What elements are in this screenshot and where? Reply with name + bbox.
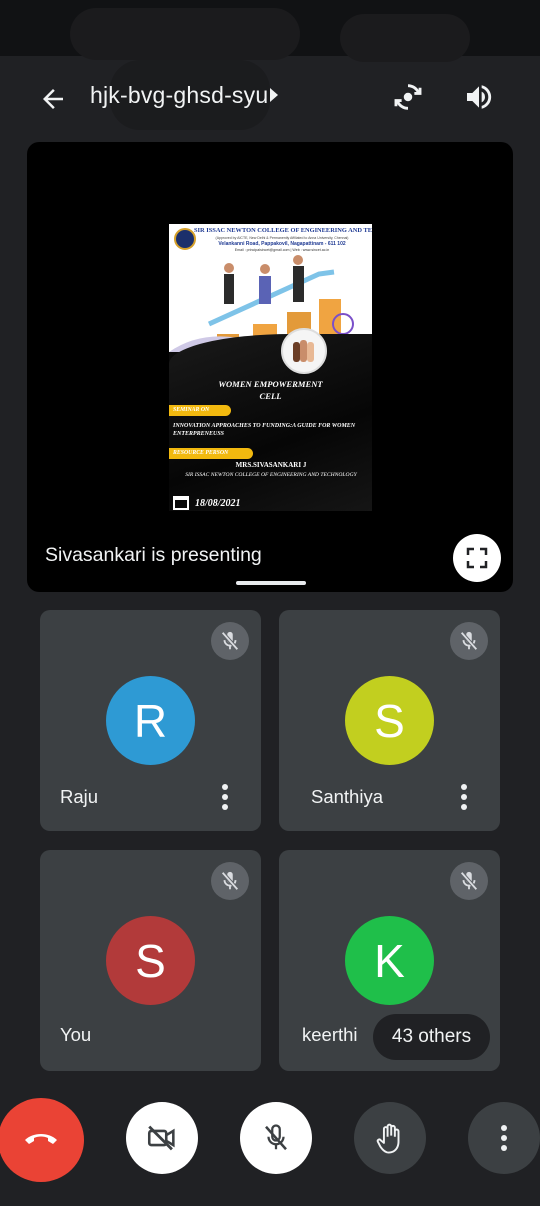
participant-name: Raju: [60, 786, 99, 807]
avatar: S: [345, 676, 434, 765]
volume-icon: [467, 85, 492, 109]
mic-off-icon: [460, 631, 478, 651]
arrow-left-icon: [43, 89, 63, 109]
mic-off-icon: [265, 1124, 287, 1151]
college-seal-logo: [174, 228, 196, 250]
poster-title-line2: CELL: [259, 391, 282, 401]
more-options-button[interactable]: [468, 1102, 540, 1174]
avatar: R: [106, 676, 195, 765]
avatar-initial: S: [135, 934, 166, 987]
mic-muted-indicator: [450, 622, 488, 660]
participant-more-button[interactable]: [450, 780, 478, 814]
poster-seminar-tag: SEMINAR ON: [169, 405, 231, 416]
participant-more-button[interactable]: [211, 780, 239, 814]
participant-tile[interactable]: S Santhiya: [279, 610, 500, 831]
more-vertical-icon: [501, 1125, 507, 1151]
poster-resource-tag: RESOURCE PERSON: [169, 448, 253, 459]
mic-off-icon: [221, 871, 239, 891]
camera-toggle-button[interactable]: [126, 1102, 198, 1174]
redacted-area: [340, 14, 470, 62]
audio-output-button[interactable]: [456, 74, 502, 120]
more-vertical-icon: [461, 784, 467, 810]
participant-tile[interactable]: K keerthi 43 others: [279, 850, 500, 1071]
participant-name: Santhiya: [311, 786, 383, 807]
poster-contact: Email : principalsincet@gmail.com | Web …: [234, 248, 330, 252]
mic-toggle-button[interactable]: [240, 1102, 312, 1174]
poster-approval: (Approved by AICTE, New Delhi & Permanen…: [215, 236, 349, 240]
poster-address: Velankanni Road, Pappakovil, Nagapattina…: [218, 241, 346, 247]
shared-screen-poster: SIR ISSAC NEWTON COLLEGE OF ENGINEERING …: [169, 224, 372, 511]
poster-college-name: SIR ISSAC NEWTON COLLEGE OF ENGINEERING …: [194, 227, 372, 234]
end-call-button[interactable]: [0, 1098, 84, 1182]
presenting-label: Sivasankari is presenting: [45, 544, 262, 566]
meeting-code[interactable]: hjk-bvg-ghsd-syu: [90, 82, 268, 109]
calendar-icon: [173, 496, 189, 510]
fullscreen-icon: [466, 547, 488, 569]
top-bar: hjk-bvg-ghsd-syu: [0, 62, 540, 132]
mic-muted-indicator: [211, 862, 249, 900]
participant-name: keerthi: [302, 1024, 358, 1045]
poster-title: WOMEN EMPOWERMENT CELL: [179, 378, 362, 402]
mic-muted-indicator: [211, 622, 249, 660]
redacted-area: [70, 8, 300, 60]
hang-up-icon: [25, 1134, 57, 1144]
avatar-initial: S: [374, 694, 405, 747]
avatar-initial: K: [374, 934, 405, 987]
participant-tile-self[interactable]: S You: [40, 850, 261, 1071]
hand-icon: [376, 1123, 400, 1154]
switch-camera-icon: [394, 84, 422, 110]
poster-topic: INNOVATION APPROACHES TO FUNDING:A GUIDE…: [173, 423, 356, 437]
more-vertical-icon: [222, 784, 228, 810]
poster-fist-emblem: [281, 328, 327, 374]
back-button[interactable]: [30, 76, 76, 122]
poster-date: 18/08/2021: [195, 498, 241, 509]
poster-speaker-org: SIR ISSAC NEWTON COLLEGE OF ENGINEERING …: [185, 472, 357, 478]
raise-hand-button[interactable]: [354, 1102, 426, 1174]
video-off-icon: [147, 1125, 175, 1151]
avatar: S: [106, 916, 195, 1005]
caret-right-icon: [270, 88, 278, 102]
poster-speaker: MRS.SIVASANKARI J: [235, 461, 307, 469]
presentation-tile[interactable]: SIR ISSAC NEWTON COLLEGE OF ENGINEERING …: [27, 142, 513, 592]
participant-name: You: [60, 1024, 92, 1045]
participant-tile[interactable]: R Raju: [40, 610, 261, 831]
page-indicator: [236, 581, 306, 585]
poster-title-line1: WOMEN EMPOWERMENT: [218, 379, 323, 389]
switch-camera-button[interactable]: [385, 74, 431, 120]
mic-muted-indicator: [450, 862, 488, 900]
avatar: K: [345, 916, 434, 1005]
mic-off-icon: [221, 631, 239, 651]
others-count-button[interactable]: 43 others: [373, 1014, 490, 1060]
avatar-initial: R: [133, 694, 168, 747]
mic-off-icon: [460, 871, 478, 891]
fullscreen-button[interactable]: [453, 534, 501, 582]
